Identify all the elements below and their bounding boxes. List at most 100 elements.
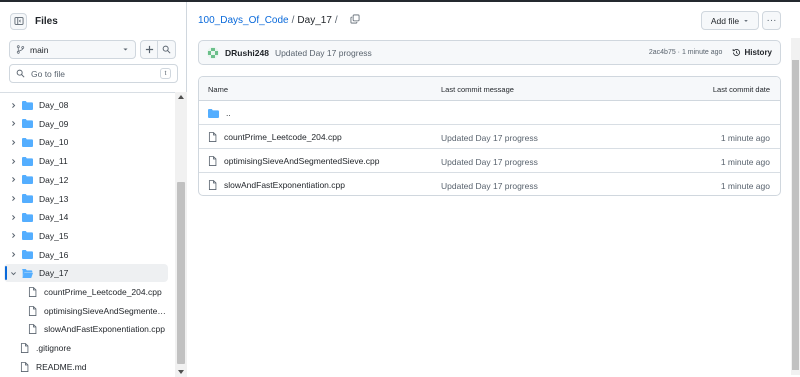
tree-item-label: .gitignore [36, 343, 71, 354]
tree-toggle[interactable] [8, 251, 18, 258]
parent-directory-row[interactable]: .. [199, 101, 780, 125]
file-name[interactable]: countPrime_Leetcode_204.cpp [224, 132, 342, 142]
search-sidebar-button[interactable] [158, 40, 176, 59]
tree-folder-item[interactable]: Day_15 [4, 227, 168, 245]
tree-folder-item[interactable]: Day_12 [4, 171, 168, 189]
file-name[interactable]: optimisingSieveAndSegmentedSieve.cpp [224, 156, 379, 166]
scroll-up-arrow[interactable] [178, 95, 184, 99]
parent-directory-label[interactable]: .. [226, 108, 231, 118]
avatar[interactable] [207, 46, 219, 59]
tree-icon [28, 324, 37, 335]
breadcrumb-separator: / [291, 15, 295, 26]
file-icon [208, 180, 217, 190]
search-icon [16, 69, 25, 78]
chevron-right-icon [11, 233, 15, 239]
latest-commit-bar: DRushi248 Updated Day 17 progress 2ac4b7… [198, 40, 781, 65]
scrollbar-thumb[interactable] [177, 182, 185, 364]
scroll-down-arrow[interactable] [178, 370, 184, 374]
chevron-right-icon [11, 158, 15, 164]
tree-item-label: Day_13 [39, 193, 69, 204]
breadcrumb-separator: / [334, 15, 338, 26]
table-row[interactable]: slowAndFastExponentiation.cpp Updated Day… [199, 173, 780, 195]
row-commit-message[interactable]: Updated Day 17 progress [441, 181, 538, 191]
tree-toggle[interactable] [8, 232, 18, 239]
commit-meta[interactable]: 2ac4b75 · 1 minute ago [649, 49, 723, 56]
breadcrumb-repo-link[interactable]: 100_Days_Of_Code [198, 15, 289, 26]
row-commit-message[interactable]: Updated Day 17 progress [441, 157, 538, 167]
file-icon [20, 361, 29, 372]
tree-toggle[interactable] [8, 176, 18, 183]
parent-directory-link: .. [208, 108, 231, 118]
file-link[interactable]: optimisingSieveAndSegmentedSieve.cpp [208, 156, 379, 166]
tree-folder-item[interactable]: Day_14 [4, 208, 168, 226]
tree-folder-item[interactable]: Day_13 [4, 190, 168, 208]
file-icon [28, 287, 37, 297]
tree-folder-item[interactable]: Day_09 [4, 115, 168, 133]
history-icon [733, 49, 741, 56]
tree-icon [20, 361, 29, 372]
tree-icon [28, 287, 37, 297]
history-button[interactable]: History [732, 48, 772, 57]
tree-folder-item[interactable]: Day_11 [4, 152, 168, 170]
tree-toggle[interactable] [8, 102, 18, 109]
page-scrollbar-thumb[interactable] [792, 60, 799, 370]
branch-name: main [30, 44, 49, 55]
tree-file-item[interactable]: countPrime_Leetcode_204.cpp [4, 283, 168, 301]
tree-toggle[interactable] [8, 139, 18, 146]
collapse-sidebar-button[interactable] [10, 12, 27, 30]
page-scrollbar[interactable] [791, 38, 800, 375]
identicon-avatar-icon [207, 46, 219, 59]
add-file-button[interactable]: Add file [701, 11, 759, 30]
tree-item-label: countPrime_Leetcode_204.cpp [44, 287, 162, 297]
git-branch-icon [16, 45, 25, 54]
row-commit-message[interactable]: Updated Day 17 progress [441, 133, 538, 143]
tree-file-item[interactable]: slowAndFastExponentiation.cpp [4, 320, 168, 338]
branch-selector[interactable]: main [9, 40, 136, 59]
selected-item-indicator [5, 266, 7, 280]
tree-folder-item[interactable]: Day_10 [4, 133, 168, 151]
commit-author[interactable]: DRushi248 [225, 48, 269, 58]
tree-icon [22, 100, 33, 110]
table-row[interactable]: optimisingSieveAndSegmentedSieve.cpp Upda… [199, 149, 780, 173]
tree-item-label: README.md [36, 361, 87, 372]
file-link[interactable]: slowAndFastExponentiation.cpp [208, 180, 345, 190]
tree-item-label: Day_14 [39, 212, 69, 223]
tree-toggle[interactable] [8, 195, 18, 202]
tree-icon [22, 156, 33, 166]
tree-toggle[interactable] [8, 158, 18, 165]
table-row[interactable]: countPrime_Leetcode_204.cpp Updated Day 1… [199, 125, 780, 149]
tree-item-label: Day_12 [39, 174, 69, 185]
sidebar-title: Files [35, 15, 58, 27]
commit-message[interactable]: Updated Day 17 progress [275, 48, 649, 58]
tree-file-item[interactable]: .gitignore [4, 339, 168, 357]
file-name[interactable]: slowAndFastExponentiation.cpp [224, 180, 345, 190]
add-file-sidebar-button[interactable] [140, 40, 158, 59]
tree-file-item[interactable]: README.md [4, 358, 168, 375]
sidebar-collapse-icon [14, 17, 23, 25]
tree-folder-item[interactable]: Day_17 [4, 264, 168, 283]
folder-icon [208, 108, 219, 118]
more-options-button[interactable]: ··· [762, 11, 781, 30]
tree-icon [28, 305, 37, 316]
tree-toggle[interactable] [8, 120, 18, 127]
chevron-right-icon [11, 177, 15, 183]
file-link[interactable]: countPrime_Leetcode_204.cpp [208, 132, 342, 142]
file-icon [28, 305, 37, 316]
folder-icon [22, 175, 33, 185]
column-header-name: Name [208, 85, 229, 94]
tree-folder-item[interactable]: Day_16 [4, 246, 168, 264]
chevron-right-icon [11, 252, 15, 258]
tree-icon [22, 194, 33, 203]
tree-item-label: Day_16 [39, 249, 69, 260]
copy-path-button[interactable] [350, 14, 360, 27]
tree-folder-item[interactable]: Day_08 [4, 96, 168, 114]
tree-item-label: slowAndFastExponentiation.cpp [44, 324, 165, 335]
caret-down-icon [744, 19, 748, 22]
folder-icon [22, 119, 33, 129]
tree-toggle[interactable] [8, 214, 18, 221]
sidebar-scrollbar[interactable] [175, 92, 187, 377]
go-to-file-input[interactable]: Go to file t [9, 64, 178, 83]
tree-item-label: optimisingSieveAndSegmented… [44, 305, 168, 316]
tree-file-item[interactable]: optimisingSieveAndSegmented… [4, 302, 168, 320]
tree-toggle[interactable] [8, 270, 18, 277]
